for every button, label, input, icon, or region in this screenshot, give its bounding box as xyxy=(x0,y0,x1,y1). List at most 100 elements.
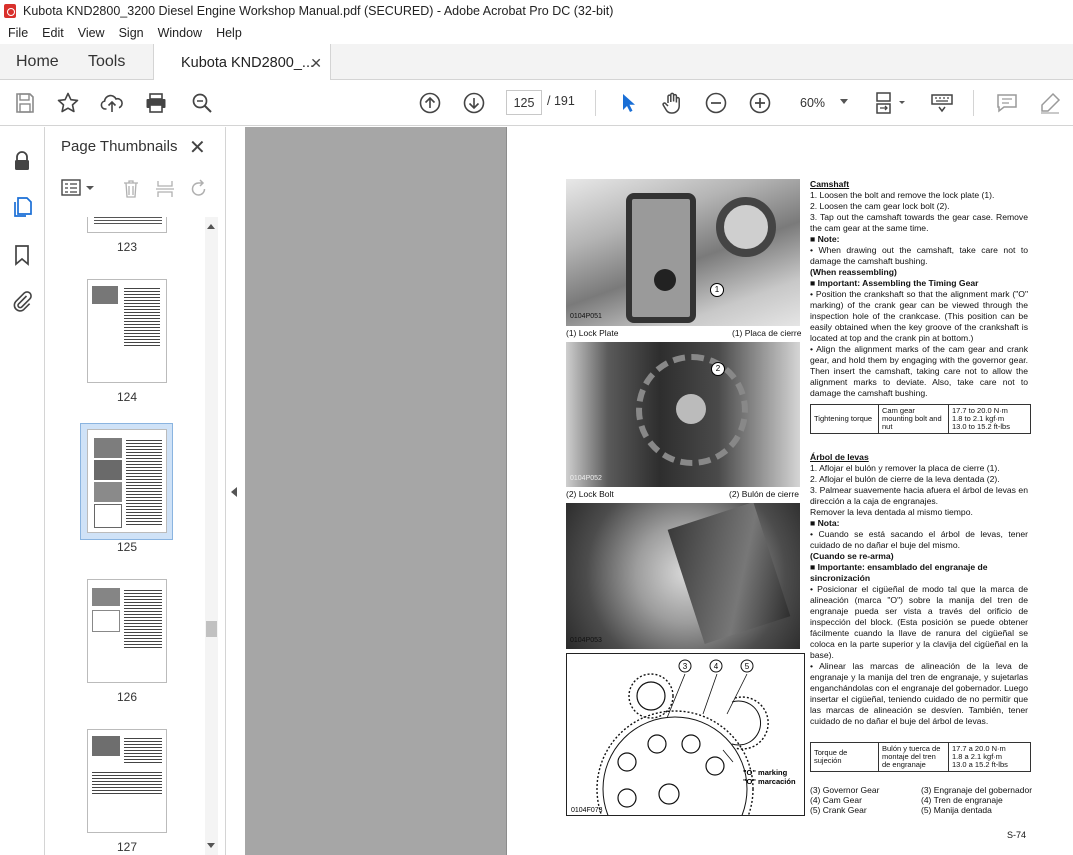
scrollbar-thumb[interactable] xyxy=(206,621,217,637)
thumbnail-photo xyxy=(94,504,122,528)
tab-home[interactable]: Home xyxy=(16,44,59,80)
step: 2. Loosen the cam gear lock bolt (2). xyxy=(810,201,950,211)
highlight-icon[interactable] xyxy=(1038,91,1062,115)
photo-lock-plate: 1 0104P051 xyxy=(566,179,800,326)
thumbnail-photo xyxy=(94,460,122,480)
photo-camshaft-bore: 0104P053 xyxy=(566,503,800,649)
search-zoom-icon[interactable] xyxy=(190,91,214,115)
thumbnail-list: 123 124 125 126 127 xyxy=(45,217,205,855)
important-text: • Posicionar el cigüeñal de modo tal que… xyxy=(810,584,1028,660)
title-bar: Kubota KND2800_3200 Diesel Engine Worksh… xyxy=(0,0,1073,22)
scroll-down-icon[interactable] xyxy=(207,843,215,848)
select-cursor-icon[interactable] xyxy=(616,91,640,115)
thumbnail-page[interactable] xyxy=(87,279,167,383)
thumbnail-page-selected[interactable] xyxy=(87,429,167,533)
bookmarks-icon[interactable] xyxy=(10,243,34,267)
tab-tools[interactable]: Tools xyxy=(88,44,125,80)
torque-table-en: Tightening torque Cam gear mounting bolt… xyxy=(810,404,1031,434)
thumbnail-label: 124 xyxy=(116,390,138,404)
thumbnail-content xyxy=(124,286,160,348)
hand-tool-icon[interactable] xyxy=(660,91,684,115)
torque-item: Cam gear mounting bolt and nut xyxy=(878,404,949,434)
document-background xyxy=(245,127,506,855)
thumbnail-label: 123 xyxy=(116,240,138,254)
legend-item: (3) Engranaje del gobernador xyxy=(921,785,1033,795)
bookmark-star-icon[interactable] xyxy=(56,91,80,115)
callout-3: 3 xyxy=(683,662,688,671)
thumbnail-toolbar xyxy=(45,173,226,203)
thumbnail-photo xyxy=(94,482,122,502)
collapse-panel-icon[interactable] xyxy=(231,487,237,497)
zoom-out-icon[interactable] xyxy=(704,91,728,115)
important-text: • Align the alignment marks of the cam g… xyxy=(810,344,1028,398)
save-icon[interactable] xyxy=(13,91,37,115)
marking-label-es: "O" marcación xyxy=(743,777,796,786)
step: 1. Aflojar el bulón y remover la placa d… xyxy=(810,463,1000,473)
important-text: • Alinear las marcas de alineación de la… xyxy=(810,661,1028,726)
english-text-block: Camshaft 1. Loosen the bolt and remove t… xyxy=(810,179,1028,399)
extract-page-icon[interactable] xyxy=(155,179,175,199)
menu-file[interactable]: File xyxy=(8,26,28,40)
panel-title: Page Thumbnails xyxy=(61,138,178,155)
note-label: ■ Note: xyxy=(810,234,840,244)
menu-window[interactable]: Window xyxy=(158,26,202,40)
torque-item: Bulón y tuerca de montaje del tren de en… xyxy=(878,742,949,772)
zoom-select[interactable]: 60% xyxy=(790,90,854,115)
photo-code: 0104P052 xyxy=(570,475,602,482)
delete-page-icon[interactable] xyxy=(121,179,141,199)
tab-document-label: Kubota KND2800_... xyxy=(181,54,315,71)
torque-label: Torque de sujeción xyxy=(810,742,879,772)
page-up-icon[interactable] xyxy=(418,91,442,115)
heading-camshaft: Camshaft xyxy=(810,179,850,189)
legend-english: (3) Governor Gear (4) Cam Gear (5) Crank… xyxy=(810,785,879,815)
rotate-page-icon[interactable] xyxy=(189,179,209,199)
thumbnail-content xyxy=(124,588,162,650)
thumbnail-scrollbar[interactable] xyxy=(205,217,218,855)
thumbnail-page[interactable] xyxy=(87,579,167,683)
print-icon[interactable] xyxy=(144,91,168,115)
torque-values: 17.7 to 20.0 N·m 1.8 to 2.1 kgf·m 13.0 t… xyxy=(948,404,1031,434)
thumbnail-content xyxy=(94,217,162,226)
callout-5: 5 xyxy=(745,662,750,671)
thumbnail-page[interactable] xyxy=(87,217,167,233)
tab-close-icon[interactable]: ✕ xyxy=(310,55,322,72)
thumbnail-photo xyxy=(94,438,122,458)
scroll-up-icon[interactable] xyxy=(207,224,215,229)
callout-4: 4 xyxy=(714,662,719,671)
page-down-icon[interactable] xyxy=(462,91,486,115)
lock-icon[interactable] xyxy=(10,149,34,173)
legend-item: (3) Governor Gear xyxy=(810,785,880,795)
caption-lock-bolt-es: (2) Bulón de cierre xyxy=(729,489,799,499)
attachment-icon[interactable] xyxy=(10,289,34,313)
photo-code: 0104F073 xyxy=(571,807,603,814)
step: 1. Loosen the bolt and remove the lock p… xyxy=(810,190,995,200)
legend-item: (4) Cam Gear xyxy=(810,795,862,805)
menu-sign[interactable]: Sign xyxy=(119,26,144,40)
zoom-in-icon[interactable] xyxy=(748,91,772,115)
thumbnail-photo xyxy=(92,286,118,304)
keyboard-icon[interactable] xyxy=(930,91,954,115)
photo-code: 0104P051 xyxy=(570,313,602,320)
thumbnail-content xyxy=(124,736,162,764)
important-text: • Position the crankshaft so that the al… xyxy=(810,289,1028,343)
comment-icon[interactable] xyxy=(995,91,1019,115)
photo-code: 0104P053 xyxy=(570,637,602,644)
menu-help[interactable]: Help xyxy=(216,26,242,40)
window-title: Kubota KND2800_3200 Diesel Engine Worksh… xyxy=(23,4,614,18)
tab-document[interactable]: Kubota KND2800_... ✕ xyxy=(153,44,331,81)
important-label: ■ Importante: ensamblado del engranaje d… xyxy=(810,562,988,583)
page-thumbnails-icon[interactable] xyxy=(10,195,34,219)
page-number-input[interactable]: 125 xyxy=(506,90,542,115)
fit-page-icon[interactable] xyxy=(873,91,909,115)
menu-edit[interactable]: Edit xyxy=(42,26,64,40)
thumbnail-photo xyxy=(92,610,120,632)
thumbnail-page[interactable] xyxy=(87,729,167,833)
reassembling-label: (When reassembling) xyxy=(810,267,897,277)
thumbnail-options-icon[interactable] xyxy=(61,179,97,197)
close-panel-icon[interactable]: ✕ xyxy=(189,135,206,160)
menu-view[interactable]: View xyxy=(78,26,105,40)
note-text: • When drawing out the camshaft, take ca… xyxy=(810,245,1028,266)
upload-icon[interactable] xyxy=(100,91,124,115)
torque-label: Tightening torque xyxy=(810,404,879,434)
main-toolbar: 125 / 191 60% xyxy=(0,80,1073,126)
